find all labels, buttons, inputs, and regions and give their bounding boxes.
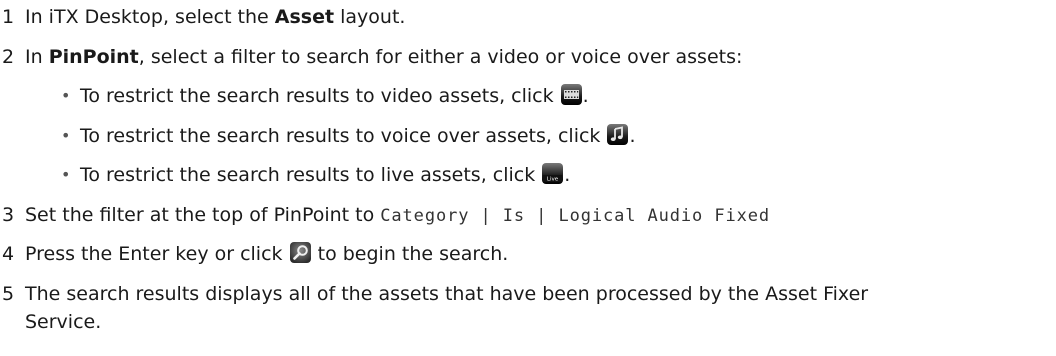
bullet-text: To restrict the search results to voice … xyxy=(80,124,636,147)
video-filter-icon[interactable] xyxy=(560,84,582,105)
bullet-text: To restrict the search results to video … xyxy=(80,84,589,107)
step-number: 2 xyxy=(2,46,15,68)
step-number: 4 xyxy=(2,243,15,265)
voice-over-filter-icon[interactable] xyxy=(607,124,629,145)
live-filter-icon[interactable]: Live xyxy=(542,163,564,184)
pinpoint-term: PinPoint xyxy=(48,46,139,68)
search-icon[interactable] xyxy=(289,242,311,263)
step-number: 5 xyxy=(2,283,15,305)
step-number: 1 xyxy=(2,6,15,28)
bullet-text: To restrict the search results to live a… xyxy=(80,163,571,186)
filter-code: Category | Is | Logical Audio Fixed xyxy=(380,206,771,226)
asset-layout-term: Asset xyxy=(274,6,335,28)
step-text: Set the filter at the top of PinPoint to… xyxy=(25,204,771,226)
step-text: The search results displays all of the a… xyxy=(25,283,869,305)
step-text: Press the Enter key or click to begin th… xyxy=(25,242,509,265)
step-text: Service. xyxy=(25,311,102,333)
step-text: In PinPoint, select a filter to search f… xyxy=(25,46,743,68)
step-number: 3 xyxy=(2,204,15,226)
step-text: In iTX Desktop, select the Asset layout. xyxy=(25,6,406,28)
live-icon-label: Live xyxy=(547,177,559,183)
